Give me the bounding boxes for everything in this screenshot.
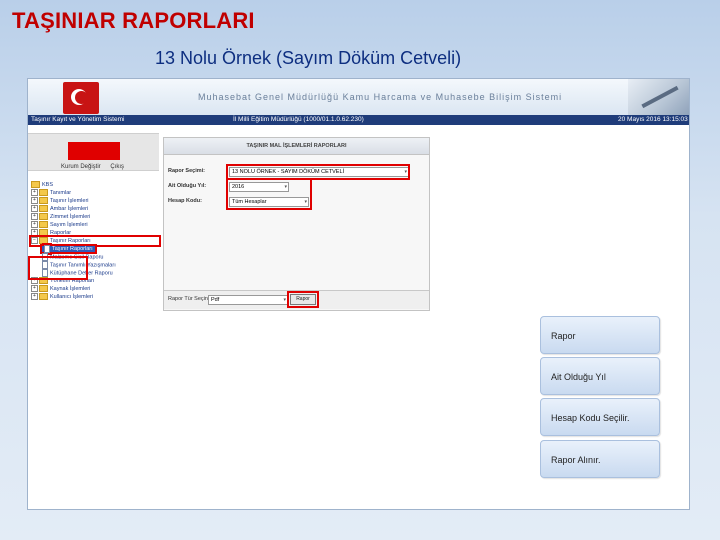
expand-icon[interactable]: +	[31, 197, 38, 205]
tree-item[interactable]: + Kaynak İşlemleri	[31, 285, 159, 293]
app-banner: Muhasebat Genel Müdürlüğü Kamu Harcama v…	[28, 79, 689, 115]
expand-icon[interactable]: +	[31, 293, 38, 301]
folder-icon	[39, 213, 48, 221]
tree-item[interactable]: + Sayım İşlemleri	[31, 221, 159, 229]
rapor-secimi-label: Rapor Seçimi:	[168, 168, 205, 174]
menu-tree: KBS + Tanımlar + Taşınır İşlemleri + Ambar …	[29, 181, 161, 301]
tree-item[interactable]: + Kullanıcı İşlemleri	[31, 293, 159, 301]
slide-title: TAŞINIAR RAPORLARI	[12, 8, 255, 33]
pen-graphic-icon	[628, 79, 689, 115]
redacted-user-info	[68, 142, 120, 160]
logout-button[interactable]: Çıkış	[110, 164, 124, 170]
system-name: Taşınır Kayıt ve Yönetim Sistemi	[31, 116, 125, 123]
chevron-down-icon: ▾	[283, 297, 286, 303]
rapor-tur-label: Rapor Tür Seçiniz:	[168, 296, 214, 302]
info-bar: Taşınır Kayıt ve Yönetim Sistemi İl Mill…	[28, 115, 689, 125]
collapse-icon[interactable]: −	[31, 237, 38, 245]
form-header: TAŞINIR MAL İŞLEMLERİ RAPORLARI	[164, 138, 429, 155]
step-hesap-kodu: Hesap Kodu Seçilir.	[540, 398, 660, 436]
tree-item-tasinir-raporlari[interactable]: − Taşınır Raporları	[29, 235, 161, 247]
expand-icon[interactable]: +	[31, 213, 38, 221]
institution-name: İl Milli Eğitim Müdürlüğü (1000/01.1.0.6…	[233, 116, 364, 123]
folder-icon	[31, 181, 40, 189]
document-icon	[44, 245, 50, 253]
hesap-kodu-label: Hesap Kodu:	[168, 198, 202, 204]
tree-item[interactable]: + Ambar İşlemleri	[31, 205, 159, 213]
tree-item[interactable]: + Raporlar	[31, 229, 159, 237]
tree-item[interactable]: + Zimmet İşlemleri	[31, 213, 159, 221]
change-institution-button[interactable]: Kurum Değiştir	[61, 164, 101, 170]
expand-icon[interactable]: +	[31, 229, 38, 237]
tree-item[interactable]: + Tanımlar	[31, 189, 159, 197]
turkish-flag-icon	[63, 82, 99, 114]
expand-icon[interactable]: +	[31, 221, 38, 229]
ait-yil-label: Ait Olduğu Yıl:	[168, 183, 207, 189]
expand-icon[interactable]: +	[31, 189, 38, 197]
banner-title: Muhasebat Genel Müdürlüğü Kamu Harcama v…	[198, 92, 563, 102]
slide-subtitle: 13 Nolu Örnek (Sayım Döküm Cetveli)	[155, 48, 462, 68]
folder-icon	[39, 293, 48, 301]
step-rapor: Rapor	[540, 316, 660, 354]
highlight-yil-hesap	[226, 178, 312, 210]
tree-subitem-selected[interactable]: Taşınır Raporları	[31, 244, 159, 255]
left-panel: Kurum Değiştir Çıkış KBS + Tanımlar + Taşı…	[28, 125, 161, 509]
expand-icon[interactable]: +	[31, 205, 38, 213]
folder-icon	[39, 197, 48, 205]
tree-item-root[interactable]: KBS	[31, 181, 159, 189]
highlight-rapor-button	[287, 291, 319, 308]
step-rapor-alinir: Rapor Alınır.	[540, 440, 660, 478]
rapor-tur-select[interactable]: Pdf ▾	[208, 295, 288, 305]
user-box: Kurum Değiştir Çıkış	[28, 133, 159, 171]
tree-item[interactable]: + Taşınır İşlemleri	[31, 197, 159, 205]
step-ait-yil: Ait Olduğu Yıl	[540, 357, 660, 395]
folder-icon	[39, 205, 48, 213]
folder-icon	[39, 189, 48, 197]
folder-icon	[39, 285, 48, 293]
report-form-panel: TAŞINIR MAL İŞLEMLERİ RAPORLARI Rapor Se…	[163, 137, 430, 311]
highlight-tree-selection	[28, 256, 88, 280]
expand-icon[interactable]: +	[31, 285, 38, 293]
folder-icon	[39, 221, 48, 229]
datetime: 20 Mayıs 2016 13:15:03	[618, 116, 688, 123]
folder-icon	[39, 237, 48, 245]
folder-icon	[39, 229, 48, 237]
